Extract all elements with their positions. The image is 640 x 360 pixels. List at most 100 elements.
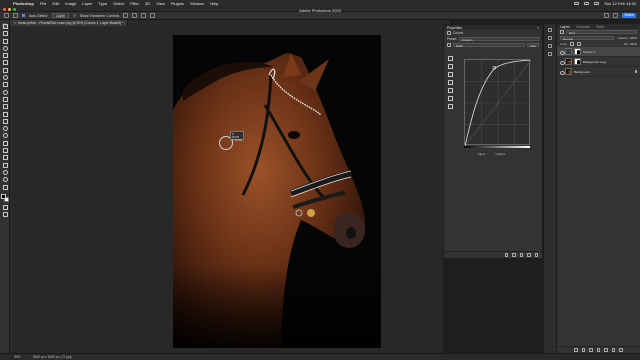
tab-channels[interactable]: Channels xyxy=(576,25,590,29)
reset-icon[interactable] xyxy=(519,253,523,257)
layer-mask-thumbnail[interactable] xyxy=(574,48,581,55)
panel-menu-icon[interactable]: ≡ xyxy=(537,26,539,30)
rectangle-tool-icon[interactable] xyxy=(2,162,8,168)
visibility-icon[interactable] xyxy=(527,253,531,257)
type-tool-icon[interactable] xyxy=(2,147,8,154)
menu-app[interactable]: Photoshop xyxy=(13,1,34,6)
share-button[interactable]: Share xyxy=(622,13,636,18)
close-tab-icon[interactable]: × xyxy=(14,21,16,25)
quick-mask-icon[interactable] xyxy=(2,204,8,211)
menu-file[interactable]: File xyxy=(40,1,46,6)
clone-stamp-tool-icon[interactable] xyxy=(2,96,8,102)
auto-select-checkbox[interactable] xyxy=(22,14,25,17)
menubar-clock[interactable]: Sun 12 Feb 14:34 xyxy=(604,1,636,6)
layer-row-background-copy[interactable]: Background copy xyxy=(557,57,640,67)
foreground-color-swatch[interactable] xyxy=(0,193,6,199)
lock-icon[interactable] xyxy=(634,70,637,73)
crop-tool-icon[interactable] xyxy=(2,59,8,66)
spot-healing-tool-icon[interactable] xyxy=(2,81,8,88)
battery-icon[interactable] xyxy=(574,2,580,5)
pen-tool-icon[interactable] xyxy=(2,140,8,146)
dodge-tool-icon[interactable] xyxy=(2,132,8,139)
curves-graph[interactable] xyxy=(464,59,532,147)
draw-curve-icon[interactable] xyxy=(447,63,453,69)
hand-tool-icon[interactable] xyxy=(2,169,8,175)
filter-kind-dropdown[interactable]: Kind xyxy=(566,29,637,35)
color-panel-icon[interactable] xyxy=(548,28,552,32)
menu-help[interactable]: Help xyxy=(210,1,218,6)
canvas-area[interactable]: X: 42.5% Y: 57.5% xyxy=(10,26,443,353)
layer-mask-thumbnail[interactable] xyxy=(574,58,581,65)
menu-plugins[interactable]: Plugins xyxy=(171,1,184,6)
workspace-icon[interactable] xyxy=(613,13,618,18)
lock-position-icon[interactable] xyxy=(577,42,582,46)
zoom-level[interactable]: 50% xyxy=(14,355,21,359)
brush-tool-icon[interactable] xyxy=(2,89,8,95)
align-center-icon[interactable] xyxy=(132,13,138,18)
white-point-eyedropper-icon[interactable] xyxy=(447,87,453,93)
menu-type[interactable]: Type xyxy=(98,1,107,6)
lasso-tool-icon[interactable] xyxy=(2,45,8,51)
layer-name[interactable]: Curves 1 xyxy=(583,50,595,54)
libraries-panel-icon[interactable] xyxy=(548,52,552,56)
target-adjust-icon[interactable] xyxy=(447,43,451,47)
delete-layer-icon[interactable] xyxy=(619,348,623,352)
new-group-icon[interactable] xyxy=(604,348,608,352)
opacity-field[interactable]: Opacity: 100% xyxy=(617,36,637,40)
menu-view[interactable]: View xyxy=(156,1,165,6)
menu-window[interactable]: Window xyxy=(190,1,204,6)
clipping-warning-icon[interactable] xyxy=(447,103,453,109)
eyedropper-tool-icon[interactable] xyxy=(2,74,8,81)
layer-style-icon[interactable] xyxy=(581,348,586,352)
view-previous-icon[interactable] xyxy=(512,253,516,257)
auto-button[interactable]: Auto xyxy=(526,42,539,48)
trash-icon[interactable] xyxy=(534,253,538,257)
gray-point-eyedropper-icon[interactable] xyxy=(447,79,453,85)
artboard-tool-icon[interactable] xyxy=(2,30,8,37)
more-options-icon[interactable] xyxy=(150,13,156,18)
menu-image[interactable]: Image xyxy=(65,1,76,6)
menu-filter[interactable]: Filter xyxy=(130,1,139,6)
menu-edit[interactable]: Edit xyxy=(52,1,59,6)
marquee-tool-icon[interactable] xyxy=(2,38,8,44)
edit-toolbar-icon[interactable] xyxy=(2,184,8,190)
zoom-tool-icon[interactable] xyxy=(2,176,8,183)
auto-select-dropdown[interactable]: Layer xyxy=(52,13,69,18)
control-center-icon[interactable] xyxy=(594,2,600,5)
swatches-panel-icon[interactable] xyxy=(548,36,552,40)
search-icon[interactable] xyxy=(604,13,609,18)
path-selection-tool-icon[interactable] xyxy=(2,154,8,161)
channel-dropdown[interactable]: RGB xyxy=(453,42,525,48)
edit-points-icon[interactable] xyxy=(447,55,453,61)
properties-title[interactable]: Properties xyxy=(447,26,462,30)
screen-mode-icon[interactable] xyxy=(2,211,8,218)
object-selection-tool-icon[interactable] xyxy=(2,52,8,59)
new-layer-icon[interactable] xyxy=(611,348,616,352)
layer-row-background[interactable]: Background xyxy=(557,67,640,77)
menu-select[interactable]: Select xyxy=(113,1,124,6)
history-brush-tool-icon[interactable] xyxy=(2,103,8,110)
tab-paths[interactable]: Paths xyxy=(596,25,604,29)
clip-to-layer-icon[interactable] xyxy=(504,253,508,257)
move-tool-icon[interactable] xyxy=(2,23,8,29)
smooth-icon[interactable] xyxy=(447,95,453,101)
menu-layer[interactable]: Layer xyxy=(82,1,92,6)
adjustments-panel-icon[interactable] xyxy=(548,44,552,48)
visibility-eye-icon[interactable] xyxy=(559,50,565,55)
move-tool-preset-icon[interactable] xyxy=(13,13,18,18)
apple-icon[interactable] xyxy=(4,1,9,6)
menu-3d[interactable]: 3D xyxy=(145,1,150,6)
preset-dropdown[interactable]: Custom xyxy=(459,36,539,42)
home-icon[interactable] xyxy=(4,13,9,18)
link-layers-icon[interactable] xyxy=(574,348,578,352)
wifi-icon[interactable] xyxy=(584,2,590,5)
gradient-tool-icon[interactable] xyxy=(2,118,8,124)
blur-tool-icon[interactable] xyxy=(2,125,8,132)
eraser-tool-icon[interactable] xyxy=(2,111,8,117)
visibility-eye-icon[interactable] xyxy=(559,60,565,65)
align-right-icon[interactable] xyxy=(141,13,147,18)
visibility-eye-icon[interactable] xyxy=(559,70,565,75)
lock-pixels-icon[interactable] xyxy=(570,42,575,46)
frame-tool-icon[interactable] xyxy=(2,67,8,73)
tab-layers[interactable]: Layers xyxy=(560,25,570,29)
